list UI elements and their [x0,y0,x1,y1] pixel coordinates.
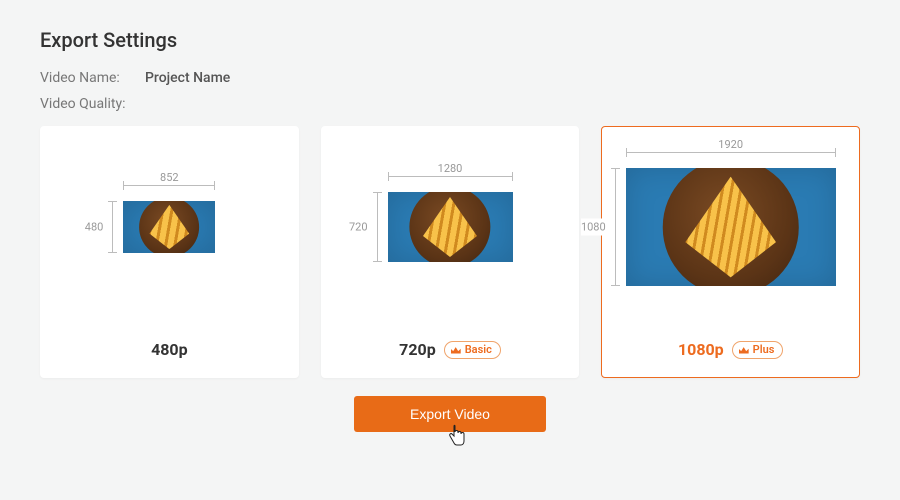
video-name-row: Video Name: Project Name [40,70,860,86]
width-dimension: 1280 [388,168,513,188]
height-dimension: 480 [89,201,119,253]
plan-badge-basic: Basic [444,341,501,359]
preview-thumbnail [123,201,215,253]
width-dimension: 1920 [626,144,836,164]
height-dimension: 1080 [592,168,622,286]
quality-option-480p[interactable]: 852 480 480p [40,126,299,378]
video-name-label: Video Name: [40,70,145,86]
plan-badge-plus: Plus [732,341,784,359]
export-video-button[interactable]: Export Video [354,396,546,432]
badge-text: Basic [465,343,492,357]
crown-icon [451,346,461,354]
height-value: 1080 [581,219,606,236]
height-value: 480 [85,219,104,236]
resolution-label: 720p [399,340,436,359]
video-quality-row: Video Quality: [40,96,860,112]
badge-text: Plus [753,343,775,357]
width-value: 1920 [712,138,749,151]
height-dimension: 720 [354,192,384,262]
quality-option-720p[interactable]: 1280 720 720p Basic [321,126,580,378]
resolution-label: 1080p [678,340,724,359]
width-value: 852 [154,171,185,184]
quality-option-1080p[interactable]: 1920 1080 1080p Plus [601,126,860,378]
width-value: 1280 [432,162,469,175]
width-dimension: 852 [123,177,215,197]
crown-icon [739,346,749,354]
preview-thumbnail [626,168,836,286]
video-quality-label: Video Quality: [40,96,145,112]
preview-thumbnail [388,192,513,262]
quality-options: 852 480 480p 1280 720 [40,126,860,378]
video-name-value[interactable]: Project Name [145,70,230,86]
page-title: Export Settings [40,28,860,52]
resolution-label: 480p [151,340,188,359]
height-value: 720 [349,219,368,236]
